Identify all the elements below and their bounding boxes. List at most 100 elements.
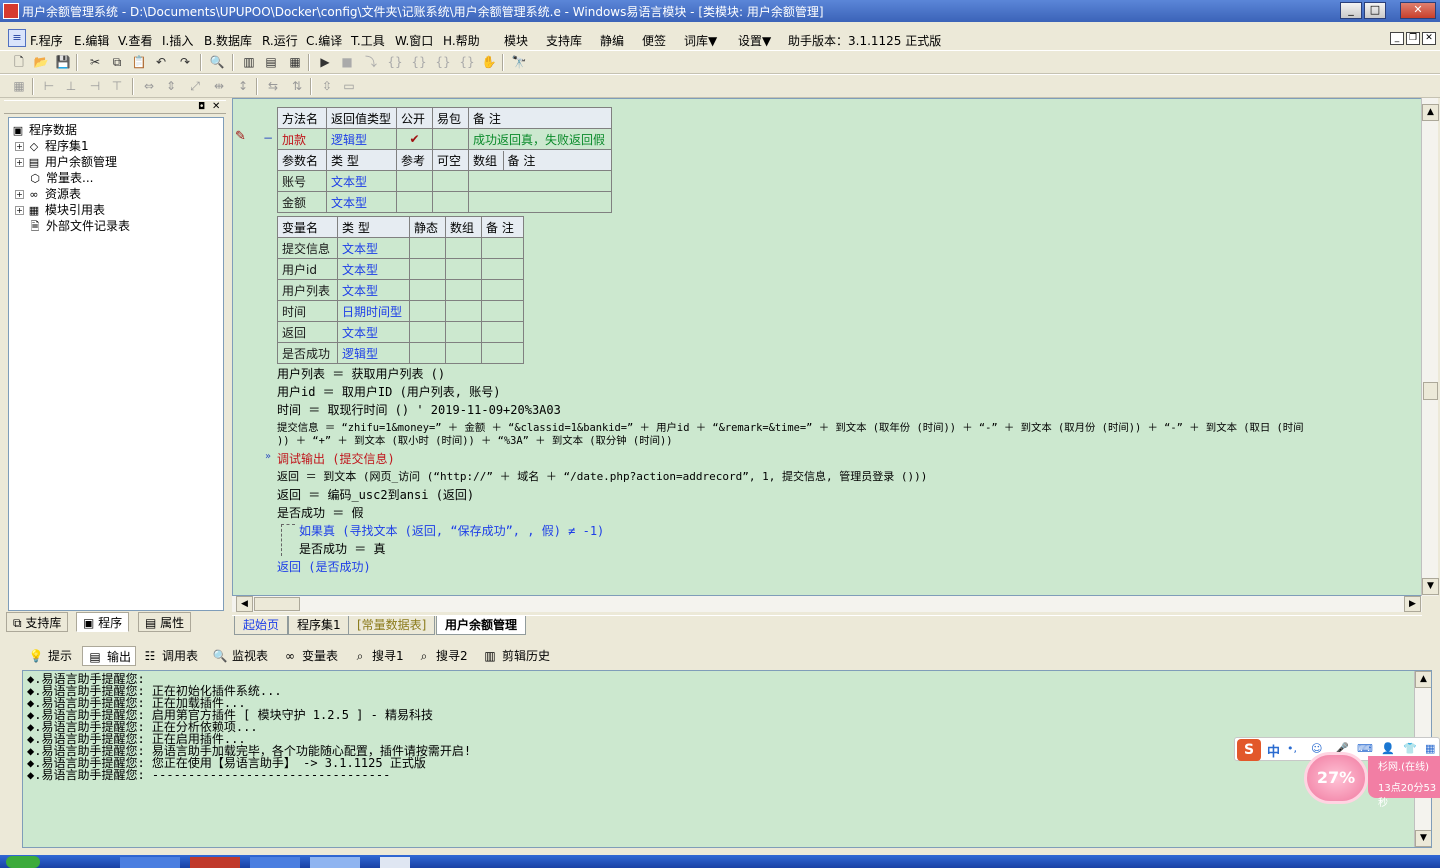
param-name-cell[interactable]: 账号 xyxy=(277,170,327,192)
param-name-cell[interactable]: 金额 xyxy=(277,191,327,213)
param-type-cell[interactable]: 文本型 xyxy=(326,191,397,213)
output-panel[interactable]: ◆.易语言助手提醒您: ◆.易语言助手提醒您: 正在初始化插件系统... ◆.易… xyxy=(22,670,1432,848)
tab-call-stack[interactable]: ☷ 调用表 xyxy=(138,646,202,666)
mdi-minimize-icon[interactable]: _ xyxy=(1390,32,1404,45)
close-button[interactable]: ✕ xyxy=(1400,2,1436,19)
var-static-cell[interactable] xyxy=(409,300,446,322)
method-easy-cell[interactable] xyxy=(432,128,469,150)
code-line[interactable]: 用户列表 ＝ 获取用户列表 () xyxy=(277,367,445,381)
align-right-icon[interactable]: ⊣ xyxy=(86,78,104,95)
lock-controls-icon[interactable]: ▭ xyxy=(340,78,358,95)
param-ref-cell[interactable] xyxy=(396,191,433,213)
step-into-icon[interactable]: {} xyxy=(386,54,404,71)
taskbar-item[interactable] xyxy=(120,857,180,868)
var-name-cell[interactable]: 是否成功 xyxy=(277,342,338,364)
scroll-right-icon[interactable]: ▶ xyxy=(1404,596,1421,612)
tab-hint[interactable]: 💡 提示 xyxy=(24,646,76,666)
same-height-icon[interactable]: ⇕ xyxy=(162,78,180,95)
scroll-thumb[interactable] xyxy=(254,597,300,611)
scroll-up-icon[interactable]: ▲ xyxy=(1415,671,1431,688)
expand-icon[interactable]: + xyxy=(15,190,24,199)
menu-compile[interactable]: C.编译 xyxy=(306,32,342,49)
var-note-cell[interactable] xyxy=(481,321,524,343)
copy-icon[interactable]: ⧉ xyxy=(108,54,126,71)
var-type-cell[interactable]: 逻辑型 xyxy=(337,342,410,364)
code-line[interactable]: 提交信息 ＝ “zhifu=1&money=” ＋ 金额 ＋ “&classid… xyxy=(277,421,1304,435)
skin-icon[interactable]: 👕 xyxy=(1403,742,1417,755)
helper-tool-icon[interactable]: 🔭 xyxy=(510,54,528,71)
var-name-cell[interactable]: 用户id xyxy=(277,258,338,280)
horizontal-spacing-icon[interactable]: ⇹ xyxy=(210,78,228,95)
run-to-cursor-icon[interactable]: {} xyxy=(434,54,452,71)
align-top-icon[interactable]: ⊤ xyxy=(108,78,126,95)
tab-assembly1[interactable]: 程序集1 xyxy=(288,616,350,635)
minimize-button[interactable]: _ xyxy=(1340,2,1362,19)
cut-icon[interactable]: ✂ xyxy=(86,54,104,71)
ime-mode-toggle[interactable]: 中 xyxy=(1267,741,1280,760)
tab-order-icon[interactable]: ⇳ xyxy=(318,78,336,95)
var-type-cell[interactable]: 文本型 xyxy=(337,279,410,301)
same-size-icon[interactable]: ⤢ xyxy=(186,78,204,95)
app-icon[interactable] xyxy=(3,3,19,19)
editor-vertical-scrollbar[interactable]: ▲ ▼ xyxy=(1421,98,1439,596)
stop-icon[interactable]: ■ xyxy=(338,54,356,71)
var-name-cell[interactable]: 返回 xyxy=(277,321,338,343)
var-note-cell[interactable] xyxy=(481,279,524,301)
menu-edit[interactable]: E.编辑 xyxy=(74,32,109,49)
editor-horizontal-scrollbar[interactable]: ◀ ▶ xyxy=(232,596,1422,612)
var-array-cell[interactable] xyxy=(445,300,482,322)
document-icon[interactable]: ≡ xyxy=(8,29,26,47)
checkmark-icon[interactable]: ✔ xyxy=(396,128,433,150)
tab-program[interactable]: ▣ 程序 xyxy=(76,612,130,632)
find-icon[interactable]: 🔍 xyxy=(208,54,226,71)
punctuation-icon[interactable]: •, xyxy=(1287,742,1297,755)
param-nullable-cell[interactable] xyxy=(432,191,469,213)
mdi-restore-icon[interactable]: ❐ xyxy=(1406,32,1420,45)
new-file-icon[interactable]: 🗋 xyxy=(10,54,28,71)
menu-static-compile[interactable]: 静编 xyxy=(600,32,624,49)
param-type-cell[interactable]: 文本型 xyxy=(326,170,397,192)
tree-item-constant-table[interactable]: ⬡ 常量表... xyxy=(28,170,93,186)
var-type-cell[interactable]: 文本型 xyxy=(337,237,410,259)
tree-item-assembly[interactable]: + ◇ 程序集1 xyxy=(15,138,89,154)
var-note-cell[interactable] xyxy=(481,237,524,259)
tab-user-balance[interactable]: 用户余额管理 xyxy=(436,616,527,635)
taskbar-item[interactable] xyxy=(380,857,410,868)
tree-item-external-files[interactable]: 🗎 外部文件记录表 xyxy=(28,218,130,234)
align-center-icon[interactable]: ⊥ xyxy=(62,78,80,95)
tab-support-library[interactable]: ⧉ 支持库 xyxy=(6,612,69,632)
toolbox-icon[interactable]: ▦ xyxy=(1425,742,1435,755)
var-type-cell[interactable]: 文本型 xyxy=(337,258,410,280)
expand-icon[interactable]: + xyxy=(15,206,24,215)
tab-start-page[interactable]: 起始页 xyxy=(234,616,289,635)
save-icon[interactable]: 💾 xyxy=(54,54,72,71)
code-line[interactable]: 是否成功 ＝ 假 xyxy=(277,506,363,520)
expand-icon[interactable]: + xyxy=(15,158,24,167)
menu-settings[interactable]: 设置▼ xyxy=(738,32,771,49)
menu-help[interactable]: H.帮助 xyxy=(443,32,480,49)
tab-properties[interactable]: ▤ 属性 xyxy=(138,612,192,632)
var-static-cell[interactable] xyxy=(409,342,446,364)
var-type-cell[interactable]: 文本型 xyxy=(337,321,410,343)
run-icon[interactable]: ▶ xyxy=(316,54,334,71)
taskbar-item[interactable] xyxy=(190,857,240,868)
var-static-cell[interactable] xyxy=(409,258,446,280)
menu-notes[interactable]: 便签 xyxy=(642,32,666,49)
var-type-cell[interactable]: 日期时间型 xyxy=(337,300,410,322)
menu-view[interactable]: V.查看 xyxy=(118,32,152,49)
var-note-cell[interactable] xyxy=(481,342,524,364)
tab-watch[interactable]: 🔍 监视表 xyxy=(208,646,272,666)
tab-output[interactable]: ▤ 输出 xyxy=(82,646,137,666)
align-left-icon[interactable]: ⊢ xyxy=(40,78,58,95)
same-width-icon[interactable]: ⇔ xyxy=(140,78,158,95)
menu-window[interactable]: W.窗口 xyxy=(395,32,433,49)
hand-icon[interactable]: ✋ xyxy=(480,54,498,71)
open-folder-icon[interactable]: 📂 xyxy=(32,54,50,71)
panel-close-icon[interactable]: ✕ xyxy=(212,101,220,112)
center-horizontal-icon[interactable]: ⇆ xyxy=(264,78,282,95)
menu-lexicon[interactable]: 词库▼ xyxy=(684,32,717,49)
tab-constant-table[interactable]: [常量数据表] xyxy=(348,616,436,635)
tab-search1[interactable]: ⌕ 搜寻1 xyxy=(348,646,408,666)
tab-search2[interactable]: ⌕ 搜寻2 xyxy=(412,646,472,666)
code-line[interactable]: 返回 (是否成功) xyxy=(277,560,371,574)
